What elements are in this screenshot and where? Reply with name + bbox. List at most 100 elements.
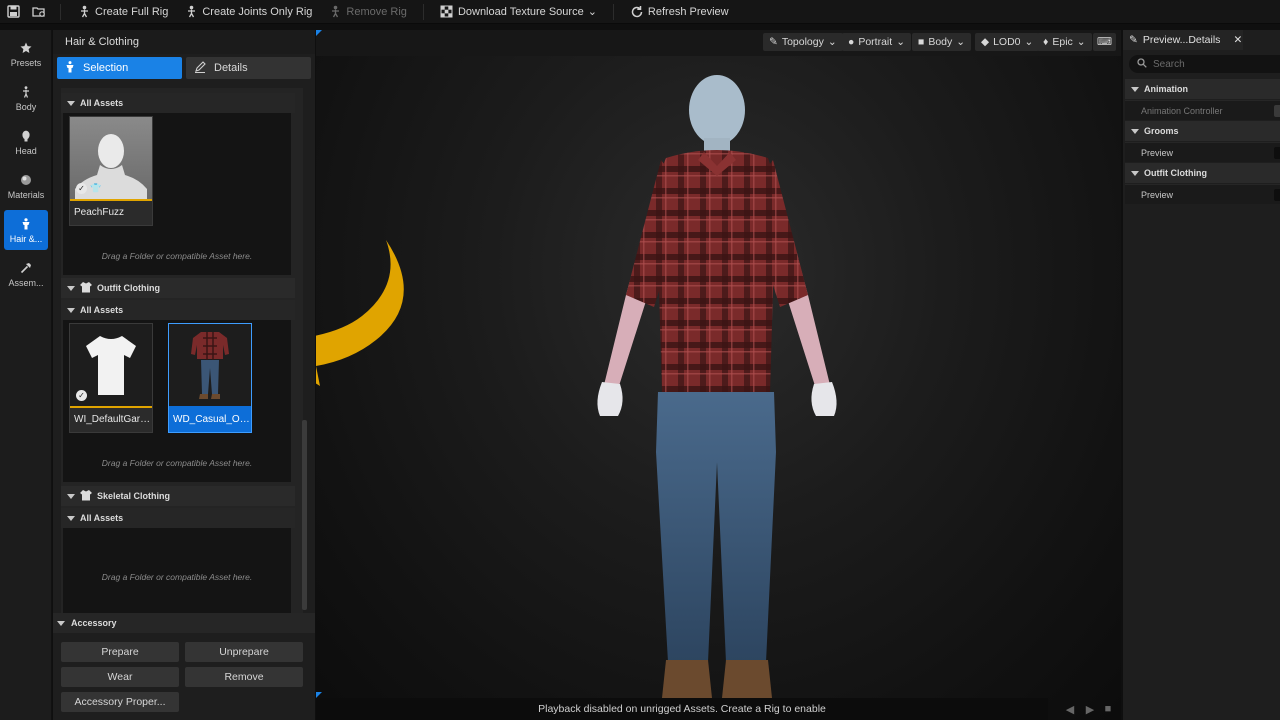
all-assets-header[interactable]: All Assets [61,508,295,528]
asset-type-bar [70,199,152,201]
all-assets-label: All Assets [80,305,124,315]
nav-head[interactable]: Head [4,122,48,162]
play-icon[interactable]: ▶ [1084,703,1096,716]
rig-icon [77,5,91,19]
chevron-down-icon: ⌄ [587,6,597,18]
tab-selection[interactable]: Selection [57,57,182,79]
nav-assembly-label: Assem... [8,277,44,288]
nav-hair-clothing[interactable]: Hair &... [4,210,48,250]
refresh-icon [630,5,644,19]
star-icon [19,41,33,55]
keyboard-icon[interactable]: ⌨ [1093,33,1117,51]
remove-rig-button[interactable]: Remove Rig [320,0,415,24]
cube-icon: ◆ [981,36,990,48]
light-bulb-icon: ● [848,36,855,48]
animation-controller-row[interactable]: Animation Controller [1125,100,1280,120]
skeletal-clothing-label: Skeletal Clothing [97,491,171,501]
dropdown-stub[interactable] [1274,147,1280,159]
portrait-label: Portrait [858,36,893,48]
tab-details-label: Details [214,62,248,74]
checker-texture-icon [440,5,454,19]
character-preview [597,75,837,698]
figure-icon [65,60,75,76]
check-badge-icon: ✓ [76,183,87,194]
panel-scrollbar[interactable] [302,420,307,610]
details-search-input[interactable]: Search [1129,55,1280,73]
clothing-icon [19,217,33,231]
tab-selection-label: Selection [83,62,129,74]
nav-body[interactable]: Body [4,78,48,118]
download-texture-source-label: Download Texture Source [457,5,584,18]
tab-details[interactable]: Details [186,57,311,79]
all-assets-header[interactable]: All Assets [61,300,295,320]
preview-details-label: Preview...Details [1142,34,1221,46]
gem-icon: ♦ [1043,36,1049,48]
value-field-stub[interactable] [1274,105,1280,117]
lod-dropdown[interactable]: ◆ LOD0 ⌄ [975,33,1040,51]
edit-pencil-icon [194,60,206,76]
outfit-preview-row[interactable]: Preview [1125,184,1280,204]
all-assets-header[interactable]: All Assets [61,93,295,113]
preview-viewport[interactable]: ✎ Topology ⌄ ● Portrait ⌄ ■ Body ⌄ ◆ LOD… [316,30,1121,720]
default-garment-thumbnail: ✓ [70,324,152,406]
edit-pencil-icon: ✎ [1129,34,1138,46]
refresh-preview-button[interactable]: Refresh Preview [622,0,737,24]
callout-arrow-icon [316,240,404,386]
preview-details-tab[interactable]: ✎ Preview...Details ✕ [1123,30,1243,50]
animation-section[interactable]: Animation [1125,79,1280,99]
outfit-figure-icon [191,332,229,399]
stop-icon[interactable]: ■ [1102,703,1114,715]
collapse-arrow-icon [67,515,75,521]
portrait-dropdown[interactable]: ● Portrait ⌄ [842,33,911,51]
grooms-section[interactable]: Grooms [1125,121,1280,141]
remove-rig-label: Remove Rig [346,5,407,18]
search-icon [1137,57,1147,71]
asset-well: ✓ 👕 PeachFuzz Drag a Folder or compatibl… [63,113,291,275]
accessory-properties-button[interactable]: Accessory Proper... [61,692,179,712]
refresh-preview-label: Refresh Preview [647,5,729,18]
outfit-clothing-section[interactable]: Outfit Clothing [1125,163,1280,183]
shirt-badge-icon: 👕 [90,183,102,193]
remove-button[interactable]: Remove [185,667,303,687]
material-sphere-icon [19,173,33,187]
play-reverse-icon[interactable]: ◀ [1064,703,1076,716]
collapse-arrow-icon [67,307,75,313]
nav-hair-clothing-label: Hair &... [9,233,43,244]
viewport-toolbar: ✎ Topology ⌄ ● Portrait ⌄ ■ Body ⌄ ◆ LOD… [316,30,1121,56]
save-icon[interactable] [0,0,26,24]
nav-materials[interactable]: Materials [4,166,48,206]
nav-presets[interactable]: Presets [4,34,48,74]
chevron-down-icon: ⌄ [956,36,966,48]
asset-tile-peachfuzz[interactable]: ✓ 👕 PeachFuzz [69,116,153,226]
grooms-preview-row[interactable]: Preview [1125,142,1280,162]
skeletal-clothing-header[interactable]: Skeletal Clothing [61,486,295,506]
prepare-button[interactable]: Prepare [61,642,179,662]
asset-well: Drag a Folder or compatible Asset here. [63,528,291,626]
accessory-header[interactable]: Accessory [53,613,315,633]
asset-tile-casual-outfit[interactable]: WD_Casual_Outfi... [168,323,252,433]
accessory-label: Accessory [71,618,117,628]
quality-dropdown[interactable]: ♦ Epic ⌄ [1037,33,1092,51]
body-dropdown[interactable]: ■ Body ⌄ [912,33,972,51]
lod-label: LOD0 [993,36,1021,48]
asset-tile-default-garment[interactable]: ✓ WI_DefaultGarment [69,323,153,433]
unprepare-button[interactable]: Unprepare [185,642,303,662]
nav-assembly[interactable]: Assem... [4,254,48,294]
chevron-down-icon: ⌄ [827,36,837,48]
download-texture-source-button[interactable]: Download Texture Source ⌄ [432,0,605,24]
asset-type-bar [70,406,152,408]
browse-folder-icon[interactable] [26,0,52,24]
outfit-clothing-header[interactable]: Outfit Clothing [61,278,295,298]
body-view-label: Body [928,36,953,48]
topology-dropdown[interactable]: ✎ Topology ⌄ [763,33,843,51]
wear-button[interactable]: Wear [61,667,179,687]
create-joints-only-rig-button[interactable]: Create Joints Only Rig [176,0,320,24]
search-placeholder: Search [1153,58,1185,70]
asset-list-scroll[interactable]: All Assets ✓ 👕 PeachFuzz Drag a Folder o… [61,88,303,628]
close-icon[interactable]: ✕ [1233,34,1242,46]
camera-icon: ■ [918,36,925,48]
dropdown-stub[interactable] [1274,189,1280,201]
grooms-preview-label: Preview [1141,147,1174,158]
create-full-rig-button[interactable]: Create Full Rig [69,0,176,24]
brush-icon: ✎ [769,36,778,48]
